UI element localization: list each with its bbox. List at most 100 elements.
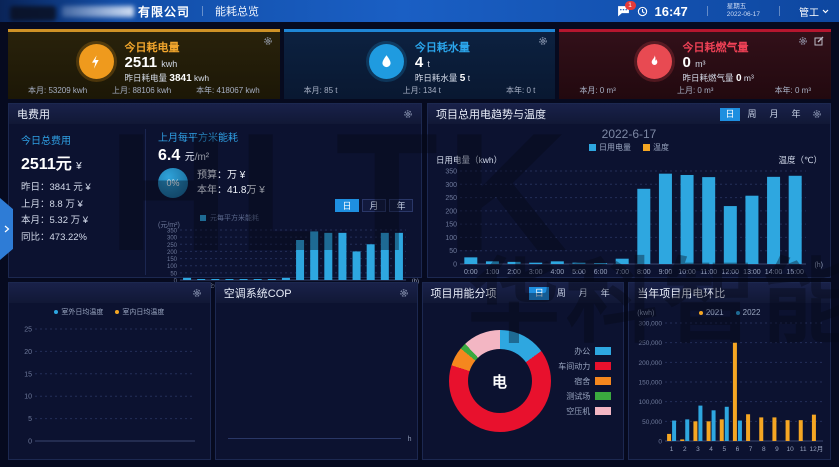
left-axis-label: 日用电量（kwh）	[436, 154, 502, 166]
kpi-card-electricity: 今日耗电量 2511 kwh 昨日耗电量 3841 kwh 本月: 53209 …	[8, 29, 280, 99]
kpi-row: 今日耗电量 2511 kwh 昨日耗电量 3841 kwh 本月: 53209 …	[8, 29, 831, 99]
tab-month[interactable]: 月	[362, 199, 386, 212]
kpi-card-water: 今日耗水量 4 t 昨日耗水量 5 t 本月: 85 t 上月: 134 t 本…	[284, 29, 556, 99]
flame-icon	[647, 54, 662, 69]
weekday-label: 星期五	[727, 3, 760, 11]
legend-label: 日用电量	[599, 142, 631, 153]
kpi-unit: m³	[695, 59, 706, 69]
tab-week[interactable]: 周	[551, 287, 571, 300]
settings-icon[interactable]	[399, 288, 409, 298]
svg-text:150,000: 150,000	[639, 380, 663, 387]
legend-swatch	[200, 215, 206, 221]
legend-label: 温度	[653, 142, 669, 153]
svg-text:11: 11	[800, 446, 807, 453]
divider	[707, 6, 708, 16]
svg-text:5: 5	[28, 416, 32, 423]
cost-row-yesterday: 昨日：3841 元 ¥	[21, 180, 145, 197]
svg-text:10: 10	[787, 446, 795, 453]
settings-icon[interactable]	[263, 36, 273, 46]
settings-icon[interactable]	[192, 288, 202, 298]
cost-row-last-month: 上月：8.8 万 ¥	[21, 197, 145, 214]
settings-icon[interactable]	[798, 36, 808, 46]
tab-month[interactable]: 月	[764, 108, 784, 121]
panel-title: 电费用	[17, 106, 50, 122]
settings-icon[interactable]	[812, 109, 822, 119]
donut-legend: 办公 车间动力 宿舍 测试场 空压机	[558, 344, 611, 419]
svg-text:250: 250	[445, 195, 457, 202]
clock-icon	[637, 6, 648, 17]
messages-button[interactable]: 1	[617, 5, 630, 17]
tab-week[interactable]: 周	[742, 108, 762, 121]
svg-text:200: 200	[167, 250, 178, 256]
tab-day[interactable]: 日	[529, 287, 549, 300]
notification-badge: 1	[625, 1, 636, 10]
kpi-title: 今日耗电量	[125, 39, 210, 55]
legend-label: 2021	[706, 308, 724, 317]
user-menu[interactable]: 管工	[799, 4, 829, 19]
svg-text:12:00: 12:00	[722, 269, 740, 276]
svg-text:300: 300	[167, 236, 178, 242]
legend-swatch	[643, 144, 650, 151]
svg-text:1: 1	[670, 446, 674, 453]
yesterday-value: 3841	[169, 73, 191, 84]
breakdown-period-tabs: 日 周 月 年	[529, 287, 615, 300]
svg-text:200,000: 200,000	[639, 360, 663, 367]
svg-text:150: 150	[445, 222, 457, 229]
date-label: 2022-06-17	[727, 11, 760, 19]
donut-center-label: 电	[468, 349, 532, 413]
svg-text:4: 4	[710, 446, 714, 453]
cost-row-month: 本月：5.32 万 ¥	[21, 213, 145, 230]
svg-text:4:00: 4:00	[551, 269, 565, 276]
svg-text:300,000: 300,000	[639, 321, 663, 328]
kpi-unit: kwh	[161, 59, 177, 69]
tab-year[interactable]: 年	[786, 108, 806, 121]
settings-icon[interactable]	[538, 36, 548, 46]
nav-energy-overview[interactable]: 能耗总览	[215, 3, 259, 19]
svg-text:11:00: 11:00	[700, 269, 717, 276]
legend-swatch	[589, 144, 596, 151]
stat-year: 本年: 0 t	[506, 85, 535, 96]
panel-title: 空调系统COP	[224, 285, 292, 301]
tab-day[interactable]: 日	[335, 199, 359, 212]
svg-text:9: 9	[775, 446, 779, 453]
gas-icon-circle	[637, 44, 672, 79]
tab-year[interactable]: 年	[389, 199, 413, 212]
cost-period-tabs: 日 月 年	[158, 199, 413, 212]
divider	[202, 6, 203, 16]
divider	[779, 6, 780, 16]
energy-dashboard: 有限公司 能耗总览 1 16:47 星期五 2022-06-17	[0, 0, 839, 467]
svg-text:200: 200	[445, 208, 457, 215]
svg-text:0: 0	[453, 262, 457, 269]
svg-text:150: 150	[167, 257, 178, 263]
svg-text:50: 50	[170, 271, 177, 277]
svg-text:50: 50	[449, 248, 457, 255]
budget-label: 预算：万 ¥	[197, 168, 265, 183]
legend-label: 测试场	[566, 389, 590, 404]
bottom-row: 室外日均温度 室内日均温度 0510152025 空调系统COP h 项目用能分…	[8, 282, 831, 460]
topbar-right: 1 16:47 星期五 2022-06-17 管工	[617, 3, 830, 19]
stat-last-month: 上月: 88106 kwh	[112, 85, 171, 96]
x-axis-unit: h	[408, 436, 412, 443]
tab-month[interactable]: 月	[573, 287, 593, 300]
legend-dot	[54, 310, 58, 314]
svg-text:13:00: 13:00	[743, 269, 761, 276]
panel-electricity-cost: 电费用 今日总费用 2511元 ¥ 昨日：3841 元 ¥ 上月：8.8 万 ¥…	[8, 103, 422, 278]
company-name: 有限公司	[138, 3, 190, 20]
user-name: 管工	[799, 4, 819, 19]
svg-text:250,000: 250,000	[639, 340, 663, 347]
svg-text:8: 8	[762, 446, 766, 453]
settings-icon[interactable]	[403, 109, 413, 119]
tab-day[interactable]: 日	[720, 108, 740, 121]
company-logo	[62, 6, 134, 17]
svg-text:12月: 12月	[810, 445, 824, 453]
edit-icon[interactable]	[814, 36, 824, 46]
tab-year[interactable]: 年	[595, 287, 615, 300]
svg-text:100: 100	[445, 235, 457, 242]
stat-last-month: 上月: 134 t	[403, 85, 441, 96]
panel-ac-cop: 空调系统COP h	[215, 282, 418, 460]
svg-text:6:00: 6:00	[594, 269, 608, 276]
legend-label: 车间动力	[558, 359, 590, 374]
stat-month: 本月: 85 t	[304, 85, 338, 96]
yearly-legend: 2021 2022	[629, 308, 830, 317]
panel-title: 项目总用电趋势与温度	[436, 106, 546, 122]
